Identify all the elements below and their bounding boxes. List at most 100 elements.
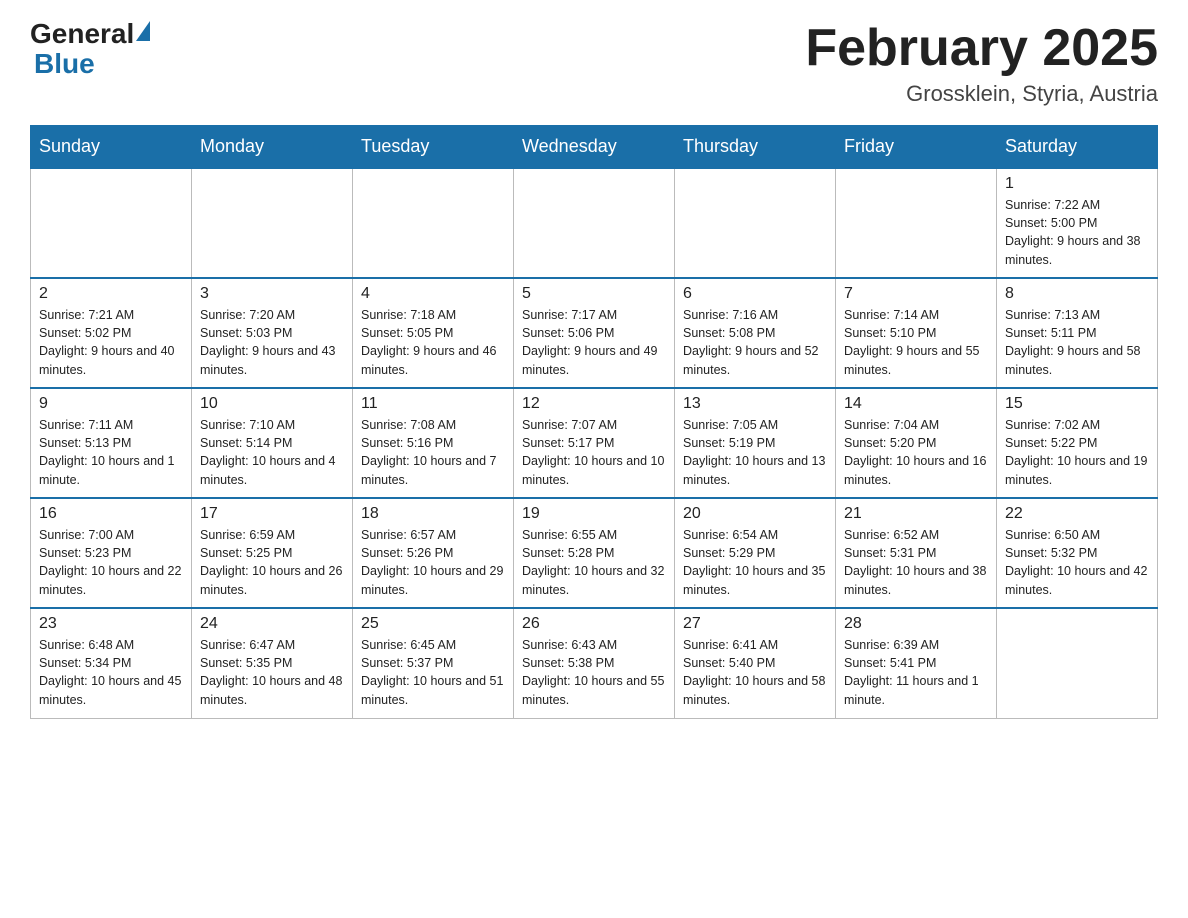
day-number: 22: [1005, 505, 1149, 523]
day-cell-0-5: [836, 168, 997, 278]
week-row-4: 16Sunrise: 7:00 AMSunset: 5:23 PMDayligh…: [31, 498, 1158, 608]
logo: General: [30, 20, 152, 48]
day-number: 6: [683, 285, 827, 303]
day-number: 28: [844, 615, 988, 633]
day-number: 24: [200, 615, 344, 633]
day-info: Sunrise: 7:04 AMSunset: 5:20 PMDaylight:…: [844, 416, 988, 489]
day-cell-2-0: 9Sunrise: 7:11 AMSunset: 5:13 PMDaylight…: [31, 388, 192, 498]
day-cell-0-2: [353, 168, 514, 278]
header-wednesday: Wednesday: [514, 126, 675, 169]
day-number: 15: [1005, 395, 1149, 413]
day-cell-0-0: [31, 168, 192, 278]
day-cell-3-5: 21 Sunrise: 6:52 AMSunset: 5:31 PMDayligh…: [836, 498, 997, 608]
day-cell-4-2: 25 Sunrise: 6:45 AMSunset: 5:37 PMDayligh…: [353, 608, 514, 718]
day-info: Sunrise: 7:02 AMSunset: 5:22 PMDaylight:…: [1005, 416, 1149, 489]
day-cell-2-2: 11 Sunrise: 7:08 AMSunset: 5:16 PMDayligh…: [353, 388, 514, 498]
day-number: 14: [844, 395, 988, 413]
header-thursday: Thursday: [675, 126, 836, 169]
day-info: Sunrise: 6:39 AMSunset: 5:41 PMDaylight:…: [844, 636, 988, 709]
title-area: February 2025 Grossklein, Styria, Austri…: [805, 20, 1158, 107]
day-cell-1-5: 7 Sunrise: 7:14 AMSunset: 5:10 PMDaylight…: [836, 278, 997, 388]
day-info: Sunrise: 7:16 AMSunset: 5:08 PMDaylight:…: [683, 306, 827, 379]
day-cell-0-3: [514, 168, 675, 278]
day-info: Sunrise: 6:57 AMSunset: 5:26 PMDaylight:…: [361, 526, 505, 599]
day-cell-3-6: 22 Sunrise: 6:50 AMSunset: 5:32 PMDayligh…: [997, 498, 1158, 608]
day-number: 12: [522, 395, 666, 413]
day-number: 11: [361, 395, 505, 413]
logo-area: General Blue: [30, 20, 152, 80]
day-info: Sunrise: 6:52 AMSunset: 5:31 PMDaylight:…: [844, 526, 988, 599]
logo-blue-text: Blue: [34, 48, 95, 80]
day-number: 7: [844, 285, 988, 303]
day-info: Sunrise: 6:43 AMSunset: 5:38 PMDaylight:…: [522, 636, 666, 709]
day-info: Sunrise: 7:18 AMSunset: 5:05 PMDaylight:…: [361, 306, 505, 379]
day-cell-4-0: 23 Sunrise: 6:48 AMSunset: 5:34 PMDayligh…: [31, 608, 192, 718]
day-info: Sunrise: 6:55 AMSunset: 5:28 PMDaylight:…: [522, 526, 666, 599]
day-info: Sunrise: 6:48 AMSunset: 5:34 PMDaylight:…: [39, 636, 183, 709]
day-number: 13: [683, 395, 827, 413]
day-info: Sunrise: 6:41 AMSunset: 5:40 PMDaylight:…: [683, 636, 827, 709]
logo-blue-label: Blue: [34, 48, 95, 79]
day-info: Sunrise: 6:50 AMSunset: 5:32 PMDaylight:…: [1005, 526, 1149, 599]
day-info: Sunrise: 7:13 AMSunset: 5:11 PMDaylight:…: [1005, 306, 1149, 379]
calendar-table: Sunday Monday Tuesday Wednesday Thursday…: [30, 125, 1158, 719]
header-monday: Monday: [192, 126, 353, 169]
day-number: 17: [200, 505, 344, 523]
day-number: 18: [361, 505, 505, 523]
day-cell-1-1: 3 Sunrise: 7:20 AMSunset: 5:03 PMDaylight…: [192, 278, 353, 388]
day-info: Sunrise: 7:17 AMSunset: 5:06 PMDaylight:…: [522, 306, 666, 379]
day-number: 27: [683, 615, 827, 633]
logo-triangle-icon: [136, 21, 150, 41]
day-cell-3-3: 19 Sunrise: 6:55 AMSunset: 5:28 PMDayligh…: [514, 498, 675, 608]
day-cell-3-0: 16Sunrise: 7:00 AMSunset: 5:23 PMDayligh…: [31, 498, 192, 608]
day-number: 2: [39, 285, 183, 303]
day-number: 21: [844, 505, 988, 523]
day-cell-1-4: 6 Sunrise: 7:16 AMSunset: 5:08 PMDaylight…: [675, 278, 836, 388]
day-info: Sunrise: 7:22 AMSunset: 5:00 PMDaylight:…: [1005, 196, 1149, 269]
day-cell-0-1: [192, 168, 353, 278]
day-info: Sunrise: 7:05 AMSunset: 5:19 PMDaylight:…: [683, 416, 827, 489]
day-info: Sunrise: 7:14 AMSunset: 5:10 PMDaylight:…: [844, 306, 988, 379]
day-cell-2-1: 10Sunrise: 7:10 AMSunset: 5:14 PMDayligh…: [192, 388, 353, 498]
day-info: Sunrise: 7:00 AMSunset: 5:23 PMDaylight:…: [39, 526, 183, 599]
day-info: Sunrise: 6:59 AMSunset: 5:25 PMDaylight:…: [200, 526, 344, 599]
header-sunday: Sunday: [31, 126, 192, 169]
day-number: 8: [1005, 285, 1149, 303]
day-cell-4-4: 27 Sunrise: 6:41 AMSunset: 5:40 PMDayligh…: [675, 608, 836, 718]
day-cell-0-4: [675, 168, 836, 278]
day-cell-0-6: 1 Sunrise: 7:22 AMSunset: 5:00 PMDaylight…: [997, 168, 1158, 278]
day-number: 5: [522, 285, 666, 303]
month-year-title: February 2025: [805, 20, 1158, 77]
day-cell-1-6: 8 Sunrise: 7:13 AMSunset: 5:11 PMDaylight…: [997, 278, 1158, 388]
week-row-3: 9Sunrise: 7:11 AMSunset: 5:13 PMDaylight…: [31, 388, 1158, 498]
day-cell-1-3: 5 Sunrise: 7:17 AMSunset: 5:06 PMDaylight…: [514, 278, 675, 388]
day-number: 20: [683, 505, 827, 523]
day-info: Sunrise: 6:47 AMSunset: 5:35 PMDaylight:…: [200, 636, 344, 709]
day-info: Sunrise: 7:21 AMSunset: 5:02 PMDaylight:…: [39, 306, 183, 379]
day-number: 3: [200, 285, 344, 303]
day-info: Sunrise: 6:45 AMSunset: 5:37 PMDaylight:…: [361, 636, 505, 709]
day-number: 9: [39, 395, 183, 413]
weekday-header-row: Sunday Monday Tuesday Wednesday Thursday…: [31, 126, 1158, 169]
day-info: Sunrise: 7:20 AMSunset: 5:03 PMDaylight:…: [200, 306, 344, 379]
day-number: 1: [1005, 175, 1149, 193]
day-cell-4-3: 26 Sunrise: 6:43 AMSunset: 5:38 PMDayligh…: [514, 608, 675, 718]
day-cell-2-6: 15 Sunrise: 7:02 AMSunset: 5:22 PMDayligh…: [997, 388, 1158, 498]
day-cell-4-1: 24 Sunrise: 6:47 AMSunset: 5:35 PMDayligh…: [192, 608, 353, 718]
day-cell-3-4: 20Sunrise: 6:54 AMSunset: 5:29 PMDayligh…: [675, 498, 836, 608]
logo-general-text: General: [30, 20, 134, 48]
day-number: 10: [200, 395, 344, 413]
day-cell-4-5: 28 Sunrise: 6:39 AMSunset: 5:41 PMDayligh…: [836, 608, 997, 718]
day-cell-2-4: 13 Sunrise: 7:05 AMSunset: 5:19 PMDayligh…: [675, 388, 836, 498]
day-number: 4: [361, 285, 505, 303]
day-cell-2-3: 12Sunrise: 7:07 AMSunset: 5:17 PMDayligh…: [514, 388, 675, 498]
day-number: 19: [522, 505, 666, 523]
header-tuesday: Tuesday: [353, 126, 514, 169]
day-info: Sunrise: 7:08 AMSunset: 5:16 PMDaylight:…: [361, 416, 505, 489]
day-cell-3-2: 18 Sunrise: 6:57 AMSunset: 5:26 PMDayligh…: [353, 498, 514, 608]
day-number: 25: [361, 615, 505, 633]
day-number: 26: [522, 615, 666, 633]
day-number: 23: [39, 615, 183, 633]
header-saturday: Saturday: [997, 126, 1158, 169]
header: General Blue February 2025 Grossklein, S…: [30, 20, 1158, 107]
